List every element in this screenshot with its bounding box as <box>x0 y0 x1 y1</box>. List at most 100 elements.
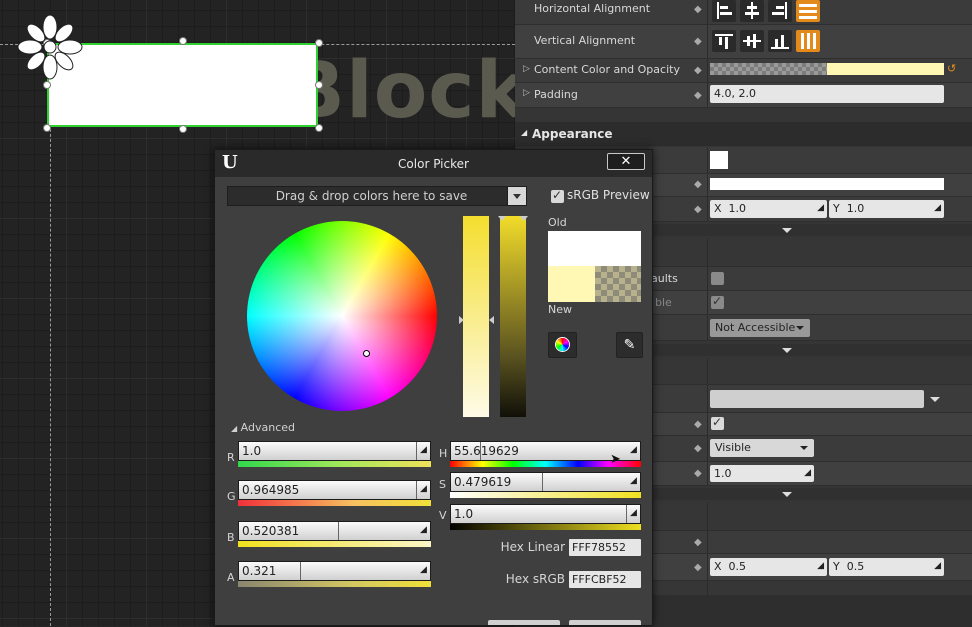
color-bar-swatch[interactable] <box>710 178 944 190</box>
resize-handle-left[interactable] <box>44 82 50 88</box>
align-fill-vertical-button[interactable] <box>796 30 820 52</box>
resize-handle-bottom-left[interactable] <box>44 125 50 131</box>
column-divider <box>707 502 708 530</box>
expand-arrow-icon[interactable]: ▷ <box>523 64 530 74</box>
saved-colors-drop-zone[interactable]: Drag & drop colors here to save <box>227 186 516 206</box>
visibility-dropdown[interactable]: Visible <box>710 439 814 457</box>
column-divider <box>707 238 708 266</box>
color-wheel[interactable] <box>247 221 437 411</box>
color-picker-title: Color Picker <box>398 157 469 171</box>
keyframe-icon[interactable]: ◆ <box>694 5 703 15</box>
column-divider <box>707 436 708 461</box>
render-opacity-field[interactable]: 1.0 ◢ <box>710 465 814 482</box>
advanced-section-label[interactable]: ◢ Advanced <box>231 421 295 434</box>
resize-handle-bottom[interactable] <box>180 126 186 132</box>
align-fill-horizontal-button[interactable] <box>796 0 820 22</box>
color-swatch-alpha[interactable] <box>710 63 827 75</box>
expand-arrow-icon[interactable]: ▷ <box>523 88 530 98</box>
accessible-label: ble <box>655 296 672 309</box>
column-divider <box>707 531 708 553</box>
hex-srgb-field[interactable]: FFFCBF52 <box>569 571 641 588</box>
red-channel-slider[interactable]: 1.0 ◢ <box>238 441 431 461</box>
keyframe-icon[interactable]: ◆ <box>694 444 703 454</box>
resize-handle-right[interactable] <box>316 82 322 88</box>
keyframe-icon[interactable]: ◆ <box>694 469 703 479</box>
value-slider-handle-left[interactable] <box>498 216 506 221</box>
anchor-flower-icon[interactable] <box>17 14 83 80</box>
align-top-button[interactable] <box>712 30 736 52</box>
scale-x-field[interactable]: X 1.0 ◢ <box>710 200 827 218</box>
column-divider <box>707 267 708 290</box>
green-channel-letter: G <box>227 490 236 503</box>
accessible-checkbox[interactable] <box>711 294 724 309</box>
column-divider <box>707 174 708 196</box>
column-divider <box>707 358 708 384</box>
color-wheel-selector[interactable] <box>363 350 370 357</box>
horizontal-alignment-label: Horizontal Alignment <box>534 2 651 15</box>
blue-channel-slider[interactable]: 0.520381 ◢ <box>238 521 431 541</box>
saved-colors-dropdown-button[interactable] <box>507 186 527 206</box>
srgb-preview-checkbox[interactable] <box>551 188 564 203</box>
close-icon: ✕ <box>620 154 632 169</box>
color-picker-dialog[interactable]: U Color Picker ✕ Drag & drop colors here… <box>214 149 653 626</box>
keyframe-icon[interactable]: ◆ <box>694 91 703 101</box>
hex-linear-field[interactable]: FFF78552 <box>569 539 641 556</box>
cancel-button[interactable] <box>569 620 641 625</box>
selected-text-block-widget[interactable] <box>47 43 318 127</box>
color-picker-title-bar[interactable]: U Color Picker ✕ <box>215 150 652 177</box>
column-divider <box>707 25 708 58</box>
override-defaults-checkbox[interactable] <box>711 272 724 285</box>
column-divider <box>707 554 708 580</box>
srgb-preview-label: sRGB Preview <box>567 188 650 202</box>
keyframe-icon[interactable]: ◆ <box>694 180 703 190</box>
align-left-button[interactable] <box>712 0 736 22</box>
tooltip-text-field[interactable] <box>710 390 924 408</box>
resize-handle-bottom-right[interactable] <box>316 125 322 131</box>
resize-handle-top[interactable] <box>180 38 186 44</box>
keyframe-icon[interactable]: ◆ <box>694 37 703 47</box>
padding-field[interactable]: 4.0, 2.0 <box>710 85 944 103</box>
drag-corner-icon: ◢ <box>630 476 637 486</box>
align-center-button[interactable] <box>740 0 764 22</box>
color-wheel-mode-button[interactable] <box>548 332 577 358</box>
old-color-swatch <box>548 231 641 267</box>
column-divider <box>707 59 708 82</box>
red-channel-letter: R <box>227 451 235 464</box>
value-slider-bar[interactable] <box>500 216 526 417</box>
align-right-button[interactable] <box>768 0 792 22</box>
saturation-slider-handle-left[interactable] <box>459 316 464 324</box>
resize-handle-top-right[interactable] <box>316 40 322 46</box>
value-channel-gradient <box>450 524 641 530</box>
collapse-arrow-icon: ◢ <box>521 128 528 137</box>
color-swatch-solid[interactable] <box>827 63 944 75</box>
close-button[interactable]: ✕ <box>607 153 645 170</box>
keyframe-icon[interactable]: ◆ <box>694 538 703 548</box>
ok-button[interactable] <box>488 620 560 625</box>
pivot-y-field[interactable]: Y 0.5 ◢ <box>829 558 944 576</box>
saturation-slider-bar[interactable] <box>463 216 489 417</box>
align-middle-button[interactable] <box>740 30 764 52</box>
keyframe-icon[interactable]: ◆ <box>694 420 703 430</box>
column-divider <box>707 385 708 412</box>
pivot-x-field[interactable]: X 0.5 ◢ <box>710 558 827 576</box>
appearance-category-header[interactable]: ◢ Appearance <box>515 122 972 146</box>
red-channel-gradient <box>238 461 431 467</box>
keyframe-icon[interactable]: ◆ <box>694 563 703 573</box>
keyframe-icon[interactable]: ◆ <box>694 205 703 215</box>
value-slider-handle-right[interactable] <box>520 216 528 221</box>
align-bottom-button[interactable] <box>768 30 792 52</box>
green-channel-slider[interactable]: 0.964985 ◢ <box>238 480 431 500</box>
saturation-slider-handle-right[interactable] <box>489 316 494 324</box>
keyframe-icon[interactable]: ◆ <box>694 66 703 76</box>
alpha-channel-slider[interactable]: 0.321 ◢ <box>238 561 431 581</box>
eyedropper-button[interactable]: ✎ <box>616 332 643 358</box>
accessibility-dropdown[interactable]: Not Accessible <box>710 319 810 337</box>
reset-to-default-icon[interactable]: ↺ <box>947 62 956 75</box>
brush-color-swatch[interactable] <box>710 151 728 169</box>
enabled-checkbox[interactable] <box>711 415 724 430</box>
value-channel-slider[interactable]: 1.0 ◢ <box>450 504 641 524</box>
column-divider <box>707 0 708 24</box>
scale-y-field[interactable]: Y 1.0 ◢ <box>829 200 944 218</box>
drag-corner-icon: ◢ <box>817 561 824 571</box>
saturation-channel-slider[interactable]: 0.479619 ◢ <box>450 472 641 492</box>
